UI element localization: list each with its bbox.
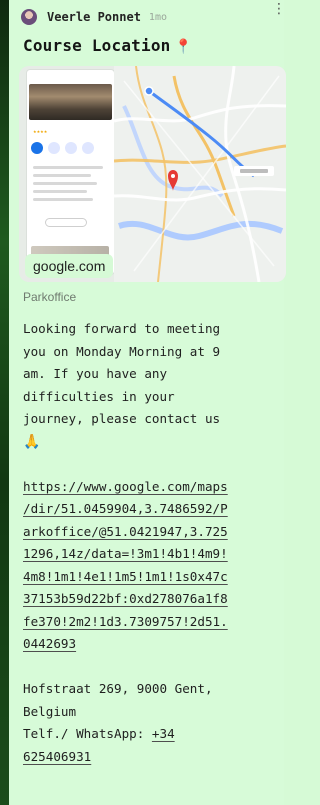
map-link-line[interactable]: fe370!2m2!1d3.7309757!2d51. xyxy=(23,611,281,634)
post-title: Course Location 📍 xyxy=(23,36,192,55)
place-actions-thumb xyxy=(31,142,94,154)
link-preview[interactable]: ★★★★ google.com xyxy=(19,66,286,282)
message-body: Looking forward to meeting you on Monday… xyxy=(23,318,281,768)
address-line: Belgium xyxy=(23,703,77,719)
map-link-line[interactable]: /dir/51.0459904,3.7486592/P xyxy=(23,498,281,521)
message-line: journey, please contact us xyxy=(23,411,221,426)
link-source-chip: google.com xyxy=(25,254,114,278)
message-line: difficulties in your xyxy=(23,388,175,404)
praying-hands-icon: 🙏 xyxy=(23,433,41,450)
contact-line: Telf./ WhatsApp: +34 xyxy=(23,723,281,746)
post-header: Veerle Ponnet 1mo xyxy=(21,6,167,28)
map-link-line[interactable]: https://www.google.com/maps xyxy=(23,476,281,499)
place-rating-thumb: ★★★★ xyxy=(33,129,48,134)
map-image xyxy=(114,66,286,282)
phone-link[interactable]: +34 xyxy=(152,726,175,741)
detail-row xyxy=(33,190,87,193)
save-pill xyxy=(45,218,87,227)
message-card: Veerle Ponnet 1mo ⋮ Course Location 📍 ★★★… xyxy=(9,0,286,805)
message-line: Looking forward to meeting xyxy=(23,321,221,336)
post-title-text: Course Location xyxy=(23,36,171,55)
phone-link[interactable]: 625406931 xyxy=(23,746,281,769)
detail-row xyxy=(33,174,91,177)
avatar[interactable] xyxy=(21,9,37,25)
emoji-line: 🙏 xyxy=(23,431,281,454)
address-line: Hofstraat 269, 9000 Gent, xyxy=(23,681,213,696)
detail-row xyxy=(33,182,97,185)
author-name[interactable]: Veerle Ponnet xyxy=(47,10,141,24)
more-options-icon[interactable]: ⋮ xyxy=(272,2,286,24)
map-link-line[interactable]: 1296,14z/data=!3m1!4b1!4m9! xyxy=(23,543,281,566)
detail-row xyxy=(33,166,103,169)
map-thumbnail xyxy=(114,66,286,282)
map-sidebar-thumbnail: ★★★★ xyxy=(27,70,114,274)
map-link-line[interactable]: arkoffice/@51.0421947,3.725 xyxy=(23,521,281,544)
map-link-line[interactable]: 37153b59d22bf:0xd278076a1f8 xyxy=(23,588,281,611)
map-link-line[interactable]: 0442693 xyxy=(23,633,281,656)
post-time: 1mo xyxy=(148,11,167,23)
message-line: you on Monday Morning at 9 xyxy=(23,343,221,359)
contact-label: Telf./ WhatsApp: xyxy=(23,726,152,741)
link-place-name: Parkoffice xyxy=(23,290,77,304)
place-photo xyxy=(29,84,112,120)
map-link-line[interactable]: 4m8!1m1!4e1!1m5!1m1!1s0x47c xyxy=(23,566,281,589)
left-side-strip xyxy=(0,0,9,805)
detail-row xyxy=(33,198,93,201)
message-line: am. If you have any xyxy=(23,366,168,381)
pin-icon: 📍 xyxy=(174,39,193,55)
